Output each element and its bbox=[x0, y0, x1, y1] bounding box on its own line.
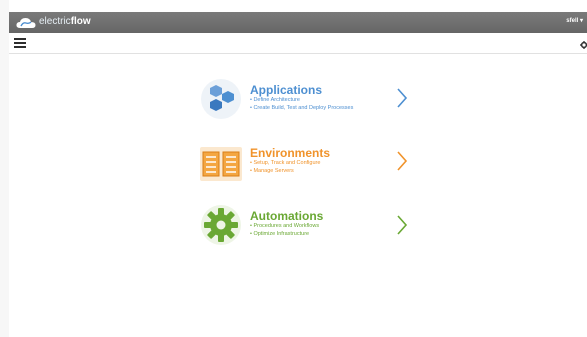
automations-bullet-1: • Procedures and Workflows bbox=[250, 223, 320, 229]
gear-icon[interactable] bbox=[580, 37, 587, 55]
brand-prefix: electric bbox=[39, 16, 71, 27]
automations-tile[interactable]: Automations • Procedures and Workflows •… bbox=[200, 202, 420, 252]
environments-tile[interactable]: Environments • Setup, Track and Configur… bbox=[200, 138, 420, 188]
chevron-right-icon[interactable] bbox=[396, 87, 408, 114]
automations-bullet-2: • Optimize Infrastructure bbox=[250, 231, 310, 237]
chevron-right-icon[interactable] bbox=[396, 150, 408, 177]
user-name: sfell bbox=[566, 18, 579, 24]
hexagons-icon bbox=[200, 78, 242, 125]
brand-name[interactable]: electricflow bbox=[39, 16, 91, 27]
chevron-right-icon[interactable] bbox=[396, 214, 408, 241]
gear-icon bbox=[200, 204, 242, 251]
environments-bullet-1: • Setup, Track and Configure bbox=[250, 160, 321, 166]
brand-suffix: flow bbox=[70, 16, 91, 27]
environments-title: Environments bbox=[250, 146, 331, 160]
applications-tile[interactable]: Applications • Define Architecture • Cre… bbox=[200, 75, 420, 125]
user-menu[interactable]: sfell ▾ bbox=[566, 17, 583, 24]
window-edge bbox=[0, 0, 9, 337]
hamburger-menu-icon[interactable] bbox=[14, 38, 26, 48]
applications-bullet-2: • Create Build, Test and Deploy Processe… bbox=[250, 105, 354, 111]
environments-bullet-2: • Manage Servers bbox=[250, 168, 294, 174]
server-panels-icon bbox=[200, 142, 242, 189]
applications-bullet-1: • Define Architecture bbox=[250, 97, 300, 103]
automations-title: Automations bbox=[250, 209, 324, 223]
top-navigation-bar: electricflow sfell ▾ bbox=[9, 12, 587, 33]
toolbar bbox=[9, 33, 587, 54]
applications-title: Applications bbox=[250, 83, 323, 97]
cloud-logo-icon[interactable] bbox=[16, 16, 36, 34]
